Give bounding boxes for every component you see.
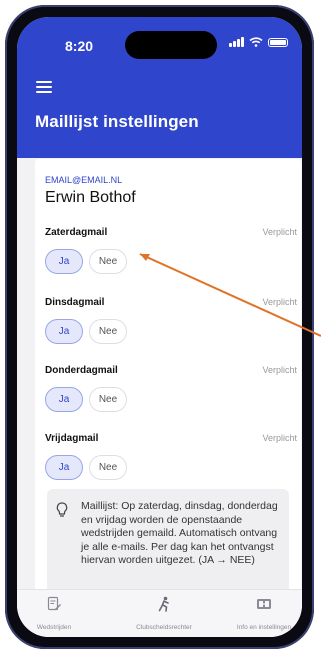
nav-item-clubscheidsrechter[interactable]: Clubscheidsrechter [129,596,199,634]
hamburger-menu-icon[interactable] [36,81,52,93]
nav-item-info-en-instellingen[interactable]: Info en instellingen [229,596,299,634]
no-button[interactable]: Nee [89,387,127,412]
referee-icon [158,596,169,612]
settings-card: EMAIL@EMAIL.NL Erwin Bothof Zaterdagmail… [35,159,301,607]
section-title: Donderdagmail [45,365,118,376]
cellular-signal-icon [229,37,244,47]
required-label: Verplicht [262,433,297,443]
app-screen: 8:20 Maillijst instellingen EMAIL@EMAIL.… [17,17,302,637]
required-label: Verplicht [262,227,297,237]
app-header: 8:20 Maillijst instellingen [17,17,302,158]
lightbulb-icon [56,502,68,517]
nav-item-wedstrijden[interactable]: Wedstrijden [29,596,79,634]
scoreboard-icon [257,599,271,609]
battery-icon [268,37,288,47]
page-title: Maillijst instellingen [35,112,199,131]
nav-label: Wedstrijden [36,624,72,631]
no-button[interactable]: Nee [89,249,127,274]
edit-document-icon [47,596,61,611]
yes-button[interactable]: Ja [45,319,83,344]
nav-label: Info en instellingen [236,624,292,631]
info-text: Maillijst: Op zaterdag, dinsdag, donderd… [81,500,278,566]
bottom-navigation: Wedstrijden Clubscheidsrechter Info en i… [17,589,302,637]
no-button[interactable]: Nee [89,319,127,344]
dynamic-island [125,31,217,59]
phone-frame: 8:20 Maillijst instellingen EMAIL@EMAIL.… [5,5,314,649]
user-name: Erwin Bothof [45,189,136,206]
section-title: Zaterdagmail [45,227,108,238]
yes-button[interactable]: Ja [45,249,83,274]
status-icons [229,37,288,47]
section-title: Vrijdagmail [45,433,99,444]
required-label: Verplicht [262,365,297,375]
yes-button[interactable]: Ja [45,387,83,412]
wifi-icon [249,37,263,47]
required-label: Verplicht [262,297,297,307]
no-button[interactable]: Nee [89,455,127,480]
status-time: 8:20 [65,38,94,54]
yes-button[interactable]: Ja [45,455,83,480]
nav-label: Clubscheidsrechter [136,624,192,631]
section-title: Dinsdagmail [45,297,105,308]
user-email: EMAIL@EMAIL.NL [45,175,123,185]
